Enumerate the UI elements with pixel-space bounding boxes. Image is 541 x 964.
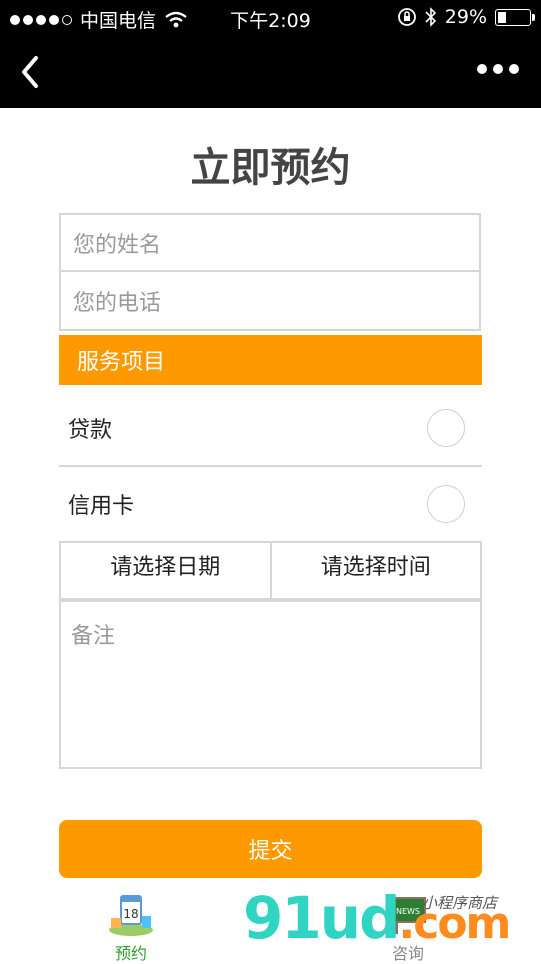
bluetooth-icon [425, 7, 436, 27]
submit-button[interactable]: 提交 [59, 820, 482, 878]
service-section-header: 服务项目 [59, 335, 482, 385]
option-credit-card[interactable]: 信用卡 [59, 466, 482, 542]
page-title: 立即预约 [190, 145, 351, 191]
remark-textarea[interactable]: 备注 [59, 600, 482, 769]
nav-bar [0, 36, 541, 108]
option-loan-label: 贷款 [68, 418, 113, 443]
battery-icon [495, 8, 535, 26]
phone-placeholder: 您的电话 [73, 290, 162, 316]
radio-loan[interactable] [427, 409, 465, 447]
phone-input[interactable]: 您的电话 [59, 272, 481, 331]
radio-credit-card[interactable] [427, 485, 465, 523]
name-input[interactable]: 您的姓名 [59, 213, 481, 272]
option-credit-card-label: 信用卡 [68, 494, 135, 519]
status-bar: 中国电信 下午2:09 29% [0, 0, 541, 36]
remark-placeholder: 备注 [71, 624, 116, 649]
svg-text:18: 18 [123, 907, 138, 921]
name-placeholder: 您的姓名 [73, 232, 162, 258]
date-picker[interactable]: 请选择日期 [59, 541, 272, 600]
battery-percent: 29% [444, 6, 487, 28]
rotation-lock-icon [397, 8, 416, 26]
more-dots-icon[interactable] [477, 64, 519, 74]
option-loan[interactable]: 贷款 [59, 390, 482, 466]
tab-booking-label: 预约 [114, 944, 147, 963]
chevron-left-icon[interactable] [16, 52, 46, 92]
watermark-tagline: 小程序商店 [422, 894, 498, 912]
time-picker[interactable]: 请选择时间 [271, 541, 482, 600]
tab-booking[interactable]: 18 预约 [105, 892, 157, 964]
calendar-icon: 18 [109, 895, 153, 936]
date-time-row: 请选择日期 请选择时间 [59, 541, 482, 600]
